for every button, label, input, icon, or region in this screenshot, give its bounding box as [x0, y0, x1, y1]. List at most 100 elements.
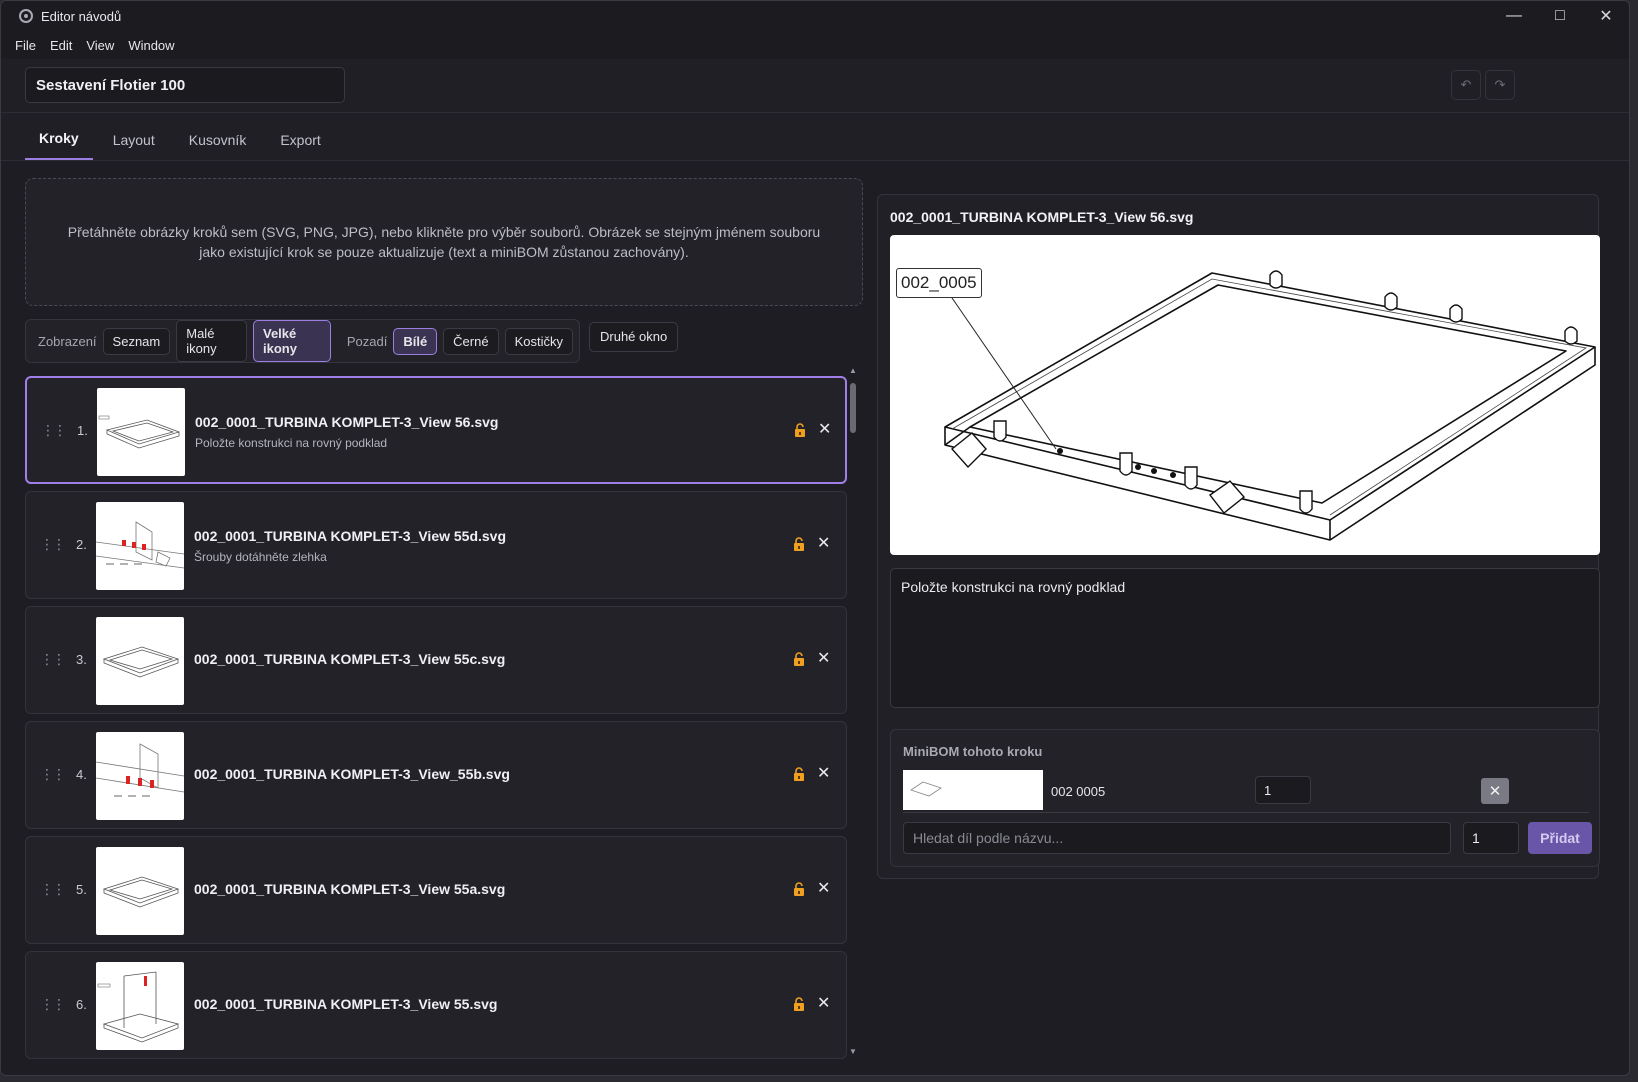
minibom-section: MiniBOM tohoto kroku 002 0005 1 ✕ Přidat	[890, 729, 1600, 867]
delete-step-icon[interactable]: ✕	[817, 993, 830, 1013]
scroll-up-icon[interactable]: ▲	[849, 366, 857, 375]
step-description: Položte konstrukci na rovný podklad	[195, 436, 388, 450]
dropzone-text: Přetáhněte obrázky kroků sem (SVG, PNG, …	[67, 224, 821, 260]
tab-export[interactable]: Export	[266, 132, 334, 160]
drag-handle-icon[interactable]: ⋮⋮	[40, 996, 66, 1013]
part-quantity-input[interactable]: 1	[1255, 776, 1311, 804]
frame-drawing	[944, 270, 1596, 541]
unlock-icon[interactable]	[792, 997, 806, 1011]
step-number: 3.	[76, 652, 87, 667]
tab-kroky[interactable]: Kroky	[25, 130, 93, 160]
add-part-button[interactable]: Přidat	[1528, 822, 1592, 854]
step-row[interactable]: ⋮⋮ 6. 002_0001_TURBINA KOMPLET-3_View 55…	[25, 951, 847, 1059]
tab-layout[interactable]: Layout	[99, 132, 169, 160]
step-detail-panel: 002_0001_TURBINA KOMPLET-3_View 56.svg 0…	[877, 194, 1600, 879]
unlock-icon[interactable]	[792, 882, 806, 896]
step-description: Šrouby dotáhněte zlehka	[194, 550, 327, 564]
second-window-button[interactable]: Druhé okno	[589, 322, 679, 352]
detail-title: 002_0001_TURBINA KOMPLET-3_View 56.svg	[890, 209, 1194, 225]
step-number: 1.	[77, 423, 88, 438]
drag-handle-icon[interactable]: ⋮⋮	[40, 651, 66, 668]
menu-view[interactable]: View	[86, 38, 114, 53]
redo-icon: ↷	[1494, 77, 1506, 92]
step-row[interactable]: ⋮⋮ 5. 002_0001_TURBINA KOMPLET-3_View 55…	[25, 836, 847, 944]
close-icon: ✕	[1488, 783, 1502, 800]
unlock-icon[interactable]	[793, 423, 807, 437]
step-thumbnail	[97, 388, 185, 476]
app-icon	[19, 9, 33, 23]
menu-edit[interactable]: Edit	[50, 38, 72, 53]
undo-icon: ↶	[1460, 77, 1472, 92]
step-list-scrollbar[interactable]: ▲ ▼	[848, 366, 858, 1056]
delete-step-icon[interactable]: ✕	[818, 419, 831, 439]
step-thumbnail	[96, 962, 184, 1050]
menu-bar: File Edit View Window	[1, 31, 1629, 59]
step-number: 5.	[76, 882, 87, 897]
window-controls: — □ ✕	[1491, 1, 1629, 31]
view-options: Zobrazení Seznam Malé ikony Velké ikony …	[25, 319, 580, 363]
menu-window[interactable]: Window	[128, 38, 174, 53]
drag-handle-icon[interactable]: ⋮⋮	[40, 536, 66, 553]
redo-button[interactable]: ↷	[1485, 70, 1515, 100]
display-small-icons-button[interactable]: Malé ikony	[176, 320, 247, 362]
step-row[interactable]: ⋮⋮ 1. 002_0001_TURBINA KOMPLET-3_View 56…	[25, 376, 847, 484]
display-list-button[interactable]: Seznam	[102, 327, 171, 355]
maximize-icon[interactable]: □	[1537, 1, 1583, 31]
step-row[interactable]: ⋮⋮ 2. 002_0001_TURBINA KOMPLET-3_View 55…	[25, 491, 847, 599]
step-thumbnail	[95, 732, 185, 820]
delete-step-icon[interactable]: ✕	[817, 648, 830, 668]
step-file-name: 002_0001_TURBINA KOMPLET-3_View 55a.svg	[194, 881, 506, 897]
step-file-name: 002_0001_TURBINA KOMPLET-3_View 55d.svg	[194, 528, 507, 544]
step-image-dropzone[interactable]: Přetáhněte obrázky kroků sem (SVG, PNG, …	[25, 178, 863, 306]
divider	[903, 812, 1589, 813]
display-large-icons-button[interactable]: Velké ikony	[253, 320, 331, 362]
drag-handle-icon[interactable]: ⋮⋮	[41, 422, 67, 439]
step-row[interactable]: ⋮⋮ 3. 002_0001_TURBINA KOMPLET-3_View 55…	[25, 606, 847, 714]
step-file-name: 002_0001_TURBINA KOMPLET-3_View_55b.svg	[194, 766, 510, 782]
close-icon[interactable]: ✕	[1583, 1, 1629, 31]
minimize-icon[interactable]: —	[1491, 1, 1537, 31]
scrollbar-thumb[interactable]	[850, 383, 856, 433]
delete-step-icon[interactable]: ✕	[817, 763, 830, 783]
step-description-textarea[interactable]: Položte konstrukci na rovný podklad	[890, 568, 1600, 708]
drag-handle-icon[interactable]: ⋮⋮	[40, 881, 66, 898]
document-title-input[interactable]: Sestavení Flotier 100	[25, 67, 345, 103]
tab-bar: Kroky Layout Kusovník Export	[1, 113, 1629, 161]
scroll-down-icon[interactable]: ▼	[849, 1047, 857, 1056]
part-name: 002 0005	[1051, 784, 1106, 799]
remove-part-button[interactable]: ✕	[1481, 778, 1509, 804]
step-list: ⋮⋮ 1. 002_0001_TURBINA KOMPLET-3_View 56…	[25, 376, 847, 1066]
unlock-icon[interactable]	[792, 767, 806, 781]
drag-handle-icon[interactable]: ⋮⋮	[40, 766, 66, 783]
unlock-icon[interactable]	[792, 537, 806, 551]
background-black-button[interactable]: Černé	[443, 327, 499, 355]
step-preview-image: 002_0005	[890, 235, 1600, 555]
window-title: Editor návodů	[41, 8, 122, 24]
background-white-button[interactable]: Bílé	[393, 327, 438, 355]
delete-step-icon[interactable]: ✕	[817, 533, 830, 553]
background-label: Pozadí	[346, 333, 388, 349]
app-window: Editor návodů — □ ✕ File Edit View Windo…	[0, 0, 1630, 1076]
undo-button[interactable]: ↶	[1451, 70, 1481, 100]
part-thumbnail	[903, 770, 1043, 810]
new-part-quantity-input[interactable]	[1463, 822, 1519, 854]
part-search-input[interactable]	[903, 822, 1451, 854]
tab-kusovnik[interactable]: Kusovník	[175, 132, 261, 160]
minibom-title: MiniBOM tohoto kroku	[903, 744, 1043, 759]
background-checker-button[interactable]: Kostičky	[504, 327, 573, 355]
display-label: Zobrazení	[38, 333, 97, 349]
delete-step-icon[interactable]: ✕	[817, 878, 830, 898]
step-number: 4.	[76, 767, 87, 782]
step-file-name: 002_0001_TURBINA KOMPLET-3_View 55.svg	[194, 996, 498, 1012]
unlock-icon[interactable]	[792, 652, 806, 666]
part-callout-label: 002_0005	[896, 268, 982, 298]
step-file-name: 002_0001_TURBINA KOMPLET-3_View 55c.svg	[194, 651, 506, 667]
step-number: 6.	[76, 997, 87, 1012]
menu-file[interactable]: File	[15, 38, 36, 53]
step-thumbnail	[96, 617, 184, 705]
step-thumbnail	[95, 502, 185, 590]
step-number: 2.	[76, 537, 87, 552]
step-file-name: 002_0001_TURBINA KOMPLET-3_View 56.svg	[195, 414, 499, 430]
step-row[interactable]: ⋮⋮ 4. 002_0001_TURBINA KOMPLET-3_View_55…	[25, 721, 847, 829]
step-thumbnail	[96, 847, 184, 935]
